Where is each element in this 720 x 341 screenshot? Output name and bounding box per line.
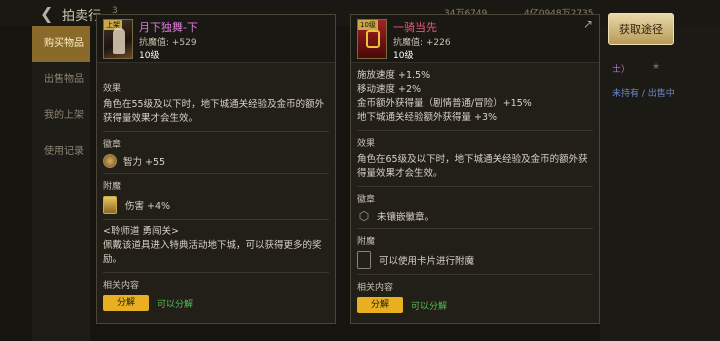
get-source-button[interactable]: 获取途径	[608, 13, 674, 45]
disassemble-status: 可以分解	[157, 299, 194, 310]
item-tooltip-right: 10级 一骑当先 抗魔值: +226 10级 ↗ 施放速度 +1.5% 移动速度…	[350, 14, 600, 324]
item-level: 10级	[139, 51, 160, 61]
item-thumbnail: 10级	[357, 19, 387, 59]
stat-line: 施放速度 +1.5%	[357, 70, 431, 81]
effect-text: 角色在65级及以下时，地下城通关经验及金币的额外获得量效果才会生效。	[357, 154, 588, 179]
enchant-value: 伤害 +4%	[125, 201, 171, 212]
related-title: 相关内容	[103, 281, 140, 291]
disassemble-button[interactable]: 分解	[103, 295, 149, 311]
background-list: 士） ★ 未持有 / 出售中	[600, 26, 720, 341]
enchant-row: 伤害 +4%	[103, 196, 329, 214]
enchant-title: 附魔	[103, 182, 122, 192]
costume-icon	[113, 28, 125, 54]
empty-emblem-icon: ⬡	[358, 209, 370, 223]
star-icon[interactable]: ★	[652, 62, 660, 72]
enchant-value: 可以使用卡片进行附魔	[379, 256, 475, 267]
item-stat: 抗魔值: +226	[393, 38, 451, 48]
item-name: 一骑当先	[393, 21, 437, 34]
sidebar: 购买物品 出售物品 我的上架 使用记录	[32, 26, 90, 341]
emblem-icon	[103, 154, 117, 168]
divider	[103, 272, 329, 273]
disassemble-row: 分解 可以分解	[357, 297, 593, 313]
emblem-row: ⬡ 未镶嵌徽章。	[357, 209, 593, 223]
item-level: 10级	[393, 51, 414, 61]
sidebar-item-buy[interactable]: 购买物品	[32, 26, 90, 62]
item-body: 效果 角色在55级及以下时，地下城通关经验及金币的额外获得量效果才会生效。 徽章…	[97, 81, 335, 311]
bg-item-status: 未持有 / 出售中	[612, 89, 675, 99]
divider	[357, 130, 593, 131]
sidebar-item-listed[interactable]: 我的上架	[32, 98, 90, 134]
enchant-title: 附魔	[357, 237, 376, 247]
emblem-row: 智力 +55	[103, 154, 329, 168]
title-icon	[366, 30, 380, 48]
effect-title: 效果	[357, 139, 376, 149]
related-title: 相关内容	[357, 283, 394, 293]
item-header: 10级 一骑当先 抗魔值: +226 10级 ↗	[351, 15, 599, 63]
divider	[103, 219, 329, 220]
disassemble-row: 分解 可以分解	[103, 295, 329, 311]
note-text: 佩戴该道具进入特典活动地下城，可以获得更多的奖励。	[103, 240, 322, 265]
divider	[357, 274, 593, 275]
bg-item-name: 士）	[612, 65, 631, 75]
emblem-value: 智力 +55	[123, 157, 166, 168]
divider	[103, 131, 329, 132]
stat-line: 地下城通关经验额外获得量 +3%	[357, 112, 498, 123]
divider	[103, 173, 329, 174]
stat-line: 金币额外获得量（剧情普通/冒险）+15%	[357, 98, 532, 109]
divider	[357, 228, 593, 229]
item-thumbnail: 上架	[103, 19, 133, 59]
thumbnail-badge: 10级	[358, 20, 378, 30]
sidebar-item-sell[interactable]: 出售物品	[32, 62, 90, 98]
back-arrow-icon[interactable]: ❮	[40, 4, 53, 23]
effect-text: 角色在55级及以下时，地下城通关经验及金币的额外获得量效果才会生效。	[103, 99, 325, 124]
share-icon[interactable]: ↗	[583, 17, 593, 31]
item-tooltip-left: 上架 月下独舞-下 抗魔值: +529 10级 效果 角色在55级及以下时，地下…	[96, 14, 336, 324]
enchant-row: 可以使用卡片进行附魔	[357, 251, 593, 269]
empty-card-icon	[357, 251, 371, 269]
divider	[357, 186, 593, 187]
note-title: <聆师道 勇闯关>	[103, 226, 179, 237]
effect-title: 效果	[103, 84, 122, 94]
sidebar-item-history[interactable]: 使用记录	[32, 134, 90, 170]
stat-line: 移动速度 +2%	[357, 84, 422, 95]
disassemble-status: 可以分解	[411, 301, 448, 312]
disassemble-button[interactable]: 分解	[357, 297, 403, 313]
item-header: 上架 月下独舞-下 抗魔值: +529 10级	[97, 15, 335, 63]
item-name: 月下独舞-下	[139, 21, 198, 34]
emblem-value: 未镶嵌徽章。	[377, 212, 435, 223]
item-body: 施放速度 +1.5% 移动速度 +2% 金币额外获得量（剧情普通/冒险）+15%…	[351, 69, 599, 313]
emblem-title: 徽章	[103, 140, 122, 150]
item-stat: 抗魔值: +529	[139, 38, 197, 48]
enchant-card-icon	[103, 196, 117, 214]
emblem-title: 徽章	[357, 195, 376, 205]
